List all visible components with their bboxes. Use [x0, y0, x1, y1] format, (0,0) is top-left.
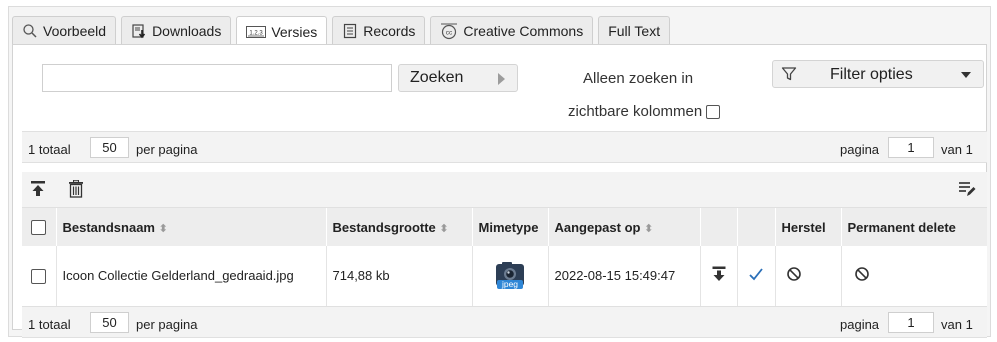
tab-downloads[interactable]: Downloads [121, 16, 232, 44]
column-header-label: Permanent delete [847, 219, 956, 235]
tab-label: Versies [271, 23, 318, 40]
column-header-modified[interactable]: Aangepast op ⬍ [547, 208, 700, 246]
downloads-icon [131, 23, 147, 39]
page-of: van 1 [941, 317, 973, 332]
only-visible-label-2: zichtbare kolommen [568, 103, 703, 120]
tab-bar: Voorbeeld Downloads 1.2.3 Versies Record… [12, 16, 675, 46]
svg-text:1.2.3: 1.2.3 [250, 30, 264, 36]
page-label: pagina [840, 317, 880, 332]
records-icon [342, 23, 358, 39]
checkmark-icon [748, 268, 764, 285]
column-header-label: Bestandsnaam [62, 219, 155, 235]
filesize-cell: 714,88 kb [325, 246, 472, 307]
tab-label: Records [363, 22, 416, 39]
column-header-filesize[interactable]: Bestandsgrootte ⬍ [325, 208, 472, 246]
restore-cell [774, 246, 841, 307]
only-visible-row: zichtbare kolommen [568, 103, 721, 120]
sort-icon: ⬍ [644, 222, 654, 235]
magnifier-icon [22, 23, 38, 39]
trash-icon[interactable] [68, 179, 84, 201]
mimetype-label: jpeg [501, 278, 519, 289]
column-header-filename[interactable]: Bestandsnaam ⬍ [55, 208, 326, 246]
versions-table: Bestandsnaam ⬍ Bestandsgrootte ⬍ Mimetyp… [22, 208, 987, 307]
total-count: 1 totaal [28, 142, 71, 157]
search-button-label: Zoeken [410, 69, 464, 86]
filter-options-button[interactable]: Filter opties [772, 60, 984, 88]
funnel-icon [781, 66, 797, 87]
column-header-label: Herstel [781, 219, 826, 235]
download-icon[interactable] [712, 266, 726, 285]
creative-commons-icon: cc [440, 22, 458, 40]
column-header-label: Bestandsgrootte [332, 219, 436, 235]
table-toolbar [22, 172, 987, 208]
tab-versies[interactable]: 1.2.3 Versies [236, 16, 328, 46]
pager-top: 1 totaal 50 per pagina pagina 1 van 1 [22, 131, 987, 163]
only-visible-label: Alleen zoeken in [583, 70, 694, 87]
sort-icon: ⬍ [439, 222, 449, 235]
column-header-permanent-delete: Permanent delete [840, 208, 987, 246]
per-page-input[interactable]: 50 [90, 137, 129, 158]
svg-text:cc: cc [446, 29, 453, 36]
per-page-label: per pagina [136, 317, 198, 332]
row-select-cell [22, 246, 56, 307]
column-header-restore: Herstel [774, 208, 841, 246]
page-input[interactable]: 1 [888, 137, 934, 158]
upload-icon[interactable] [30, 180, 46, 201]
page-label: pagina [840, 142, 880, 157]
tab-voorbeeld[interactable]: Voorbeeld [12, 16, 117, 44]
table-header-row: Bestandsnaam ⬍ Bestandsgrootte ⬍ Mimetyp… [22, 208, 987, 246]
mimetype-cell: jpeg [471, 246, 548, 307]
tab-creative-commons[interactable]: cc Creative Commons [430, 16, 594, 44]
filename-cell: Icoon Collectie Gelderland_gedraaid.jpg [55, 246, 326, 307]
row-checkbox[interactable] [31, 268, 47, 284]
play-arrow-icon [498, 73, 505, 85]
per-page-input[interactable]: 50 [90, 312, 129, 333]
search-button[interactable]: Zoeken [398, 64, 518, 92]
tab-label: Creative Commons [463, 22, 584, 39]
search-input[interactable] [42, 64, 392, 92]
tab-label: Downloads [152, 22, 222, 39]
page-of: van 1 [941, 142, 973, 157]
column-header-current [736, 208, 775, 246]
modified-cell: 2022-08-15 15:49:47 [547, 246, 700, 307]
sort-icon: ⬍ [158, 222, 168, 235]
permanent-delete-cell [840, 246, 987, 307]
tab-label: Full Text [608, 22, 661, 39]
tab-label: Voorbeeld [43, 22, 107, 39]
tab-full-text[interactable]: Full Text [598, 16, 671, 44]
jpeg-camera-icon: jpeg [493, 261, 527, 291]
select-all-checkbox[interactable] [31, 220, 47, 236]
page-input[interactable]: 1 [888, 312, 934, 333]
select-all-header [22, 208, 56, 246]
total-count: 1 totaal [28, 317, 71, 332]
current-version-cell [736, 246, 775, 307]
per-page-label: per pagina [136, 142, 198, 157]
versions-icon: 1.2.3 [246, 25, 267, 39]
column-header-label: Aangepast op [554, 219, 641, 235]
column-header-download [699, 208, 737, 246]
column-header-mimetype: Mimetype [471, 208, 548, 246]
edit-columns-icon[interactable] [958, 180, 976, 201]
filter-options-label: Filter opties [830, 66, 913, 83]
column-header-label: Mimetype [478, 219, 539, 235]
restore-blocked-icon[interactable] [786, 267, 802, 285]
tab-records[interactable]: Records [332, 16, 426, 44]
only-visible-checkbox[interactable] [706, 104, 721, 119]
permanent-delete-blocked-icon[interactable] [854, 267, 870, 285]
table-row: Icoon Collectie Gelderland_gedraaid.jpg … [22, 246, 987, 307]
pager-bottom: 1 totaal 50 per pagina pagina 1 van 1 [22, 306, 987, 338]
download-cell [699, 246, 737, 307]
chevron-down-icon [961, 72, 971, 78]
